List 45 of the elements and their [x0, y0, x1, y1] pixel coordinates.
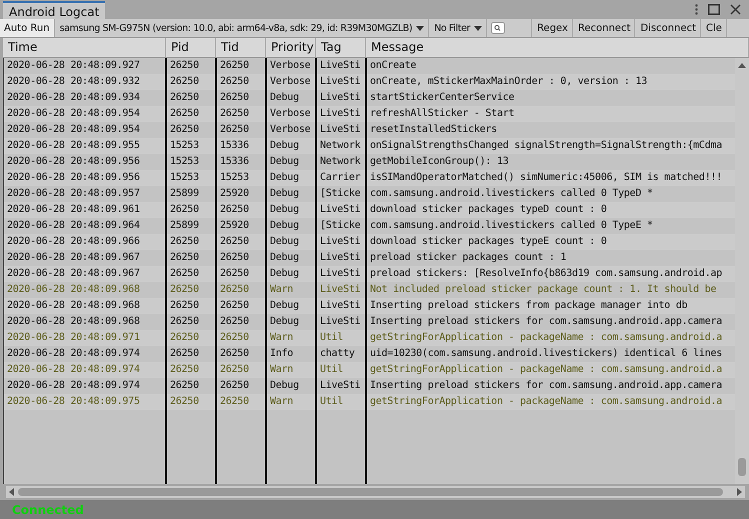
search-field[interactable] — [488, 19, 532, 37]
table-cell-text: getStringForApplication - packageName : com.samsung.android.a — [369, 395, 724, 409]
table-cell-text: onCreate, mStickerMaxMainOrder : 0, version : 13 — [369, 75, 648, 89]
table-cell-text: download sticker packages typeD count : 0 — [369, 203, 608, 217]
scrollbar-thumb[interactable] — [18, 488, 723, 496]
table-cell-text: Inserting preload stickers for com.samsung.android.app.camera — [369, 315, 724, 329]
window-tab[interactable]: Android Logcat — [3, 1, 106, 19]
scroll-left-icon[interactable] — [9, 488, 14, 496]
scrollbar-thumb[interactable] — [738, 458, 746, 476]
caret-icon — [474, 26, 482, 30]
table-cell-text: Inserting preload stickers for com.samsung.android.app.camera — [369, 379, 724, 393]
table-cell-text: onSignalStrengthsChanged signalStrength=SignalStrength:{mCdma — [369, 139, 724, 153]
table-cell-text: getStringForApplication - packageName : com.samsung.android.a — [369, 363, 724, 377]
table-cell-text: getMobileIconGroup(): 13 — [369, 155, 510, 169]
close-icon[interactable] — [730, 4, 741, 15]
table-cell-text: preload stickers: [ResolveInfo{b863d19 com.samsung.android.ap — [369, 267, 724, 281]
table-cell-text: isSIMandOperatorMatched() simNumeric:45006, SIM is matched!!! — [369, 171, 724, 185]
table-cell-text: Inserting preload stickers from package manager into db — [369, 299, 688, 313]
column-header[interactable]: Tid — [216, 38, 266, 57]
more-options-icon[interactable] — [695, 4, 698, 15]
vertical-scrollbar[interactable] — [735, 58, 749, 484]
column-header[interactable]: Priority — [266, 38, 316, 57]
scroll-right-icon[interactable] — [737, 488, 742, 496]
column-header[interactable]: Pid — [166, 38, 216, 57]
search-icon — [491, 22, 506, 34]
maximize-icon[interactable] — [708, 4, 720, 15]
column-header[interactable]: Time — [3, 38, 166, 57]
table-cell-text: startStickerCenterService — [369, 91, 516, 105]
column-header[interactable]: Tag — [316, 38, 366, 57]
table-cell-text: refreshAllSticker - Start — [369, 107, 516, 121]
caret-icon — [416, 26, 424, 30]
table-cell-text: resetInstalledStickers — [369, 123, 498, 137]
horizontal-scrollbar[interactable] — [6, 486, 745, 498]
table-cell-text: com.samsung.android.livestickers called 0 TypeE * — [369, 219, 654, 233]
table-cell-text: Not included preload sticker package count : 1. It should be — [369, 283, 718, 297]
auto-run-toggle[interactable]: Auto Run — [0, 19, 55, 37]
table-cell-text: download sticker packages typeE count : 0 — [369, 235, 608, 249]
table-cell-text: onCreate — [369, 59, 418, 73]
table-cell-text: com.samsung.android.livestickers called 0 TypeD * — [369, 187, 654, 201]
column-header[interactable]: Message — [366, 38, 749, 57]
table-cell-text: preload sticker packages count : 1 — [369, 251, 568, 265]
connection-status: Connected — [12, 502, 84, 516]
table-cell-text: uid=10230(com.samsung.android.livestickers) identical 6 lines — [369, 347, 724, 361]
scroll-up-icon[interactable] — [738, 63, 746, 68]
table-cell-text: getStringForApplication - packageName : com.samsung.android.a — [369, 331, 724, 345]
